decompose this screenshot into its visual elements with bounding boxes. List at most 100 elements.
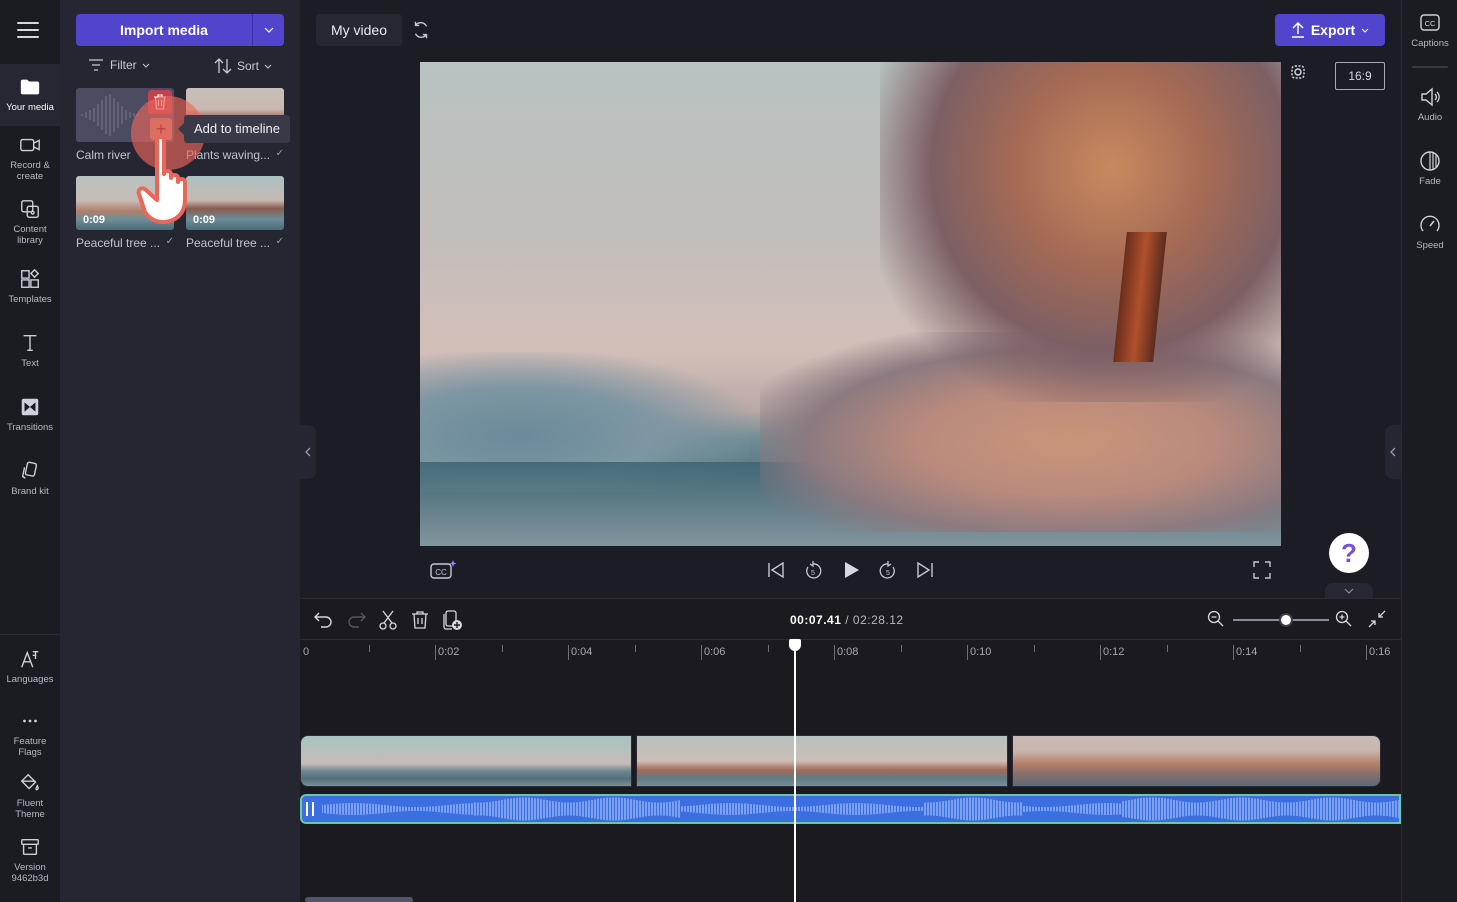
nav-label: Transitions [6,422,54,433]
zoom-out-icon[interactable] [1207,610,1225,628]
nav-label: Brand kit [11,486,49,497]
collapse-properties-panel-button[interactable] [1385,425,1401,479]
export-button[interactable]: Export [1275,14,1385,46]
timeline-horizontal-scrollbar[interactable] [305,897,413,902]
timeline-zoom-slider[interactable] [1233,613,1329,627]
timeline-clip-peaceful-tree[interactable] [636,735,1008,787]
nav-label: Your media [6,102,54,113]
playhead-handle[interactable] [788,639,801,651]
ruler-label: 0:12 [1103,646,1125,658]
filter-label: Filter [110,58,137,72]
zoom-in-icon[interactable] [1335,610,1353,628]
media-panel: Import media Filter Sort Calm river Plan… [60,0,300,902]
ruler-label: 0:16 [1369,646,1391,658]
timeline: 00:07.41 / 02:28.12 0 0:02 0:04 0:06 0:08 0:1… [300,598,1434,902]
delete-icon[interactable] [409,609,431,631]
speedometer-icon [1420,215,1440,232]
captions-button[interactable]: CC Captions [1402,12,1457,49]
collapse-media-panel-button[interactable] [300,425,316,479]
play-icon[interactable] [840,559,862,581]
audio-button[interactable]: Audio [1402,86,1457,123]
timecode-display: 00:07.41 / 02:28.12 [790,613,904,627]
nav-brand-kit[interactable]: Brand kit [0,460,60,497]
nav-label: Content library [13,224,47,246]
svg-text:5: 5 [886,570,890,577]
ruler-minor-tick [1299,645,1301,652]
import-options-button[interactable] [252,14,284,46]
add-to-timeline-button[interactable]: + [150,118,172,140]
nav-label: Languages [6,674,54,685]
redo-icon[interactable] [345,609,367,631]
audio-trim-handle[interactable] [306,802,314,816]
fullscreen-icon[interactable] [1253,561,1271,579]
chevron-down-icon [264,64,272,69]
audio-track-calm-river[interactable] [300,794,1401,824]
ruler-major-tick [1100,645,1101,660]
rewind-5-seconds-icon[interactable]: 5 [802,559,824,581]
hamburger-icon-line [17,29,39,31]
aspect-ratio-button[interactable]: 16:9 [1335,62,1385,90]
sync-icon[interactable] [410,19,432,41]
fade-icon [1420,151,1440,171]
upload-icon [1291,22,1304,38]
settings-icon[interactable] [1288,62,1308,82]
chevron-down-icon [1344,588,1354,594]
toggle-timeline-button[interactable] [1325,583,1373,599]
nav-transitions[interactable]: Transitions [0,396,60,433]
undo-icon[interactable] [313,609,335,631]
split-scissors-icon[interactable] [377,609,399,631]
timeline-ruler[interactable]: 0 0:02 0:04 0:06 0:08 0:10 0:12 0:14 0:16 [300,639,1434,669]
nav-fluent-theme[interactable]: Fluent Theme [0,772,60,820]
nav-label: Templates [8,294,52,305]
ruler-major-tick [568,645,569,660]
chevron-left-icon [1390,447,1396,457]
nav-feature-flags[interactable]: Feature Flags [0,710,60,758]
video-thumbnail: 0:09 [76,176,174,230]
ruler-minor-tick [368,645,370,652]
import-media-button-group: Import media [76,14,284,46]
video-preview[interactable] [420,62,1281,546]
media-item-peaceful-tree-2[interactable]: 0:09 Peaceful tree ... ✓ [186,176,284,250]
nav-content-library[interactable]: Content library [0,198,60,246]
video-track [300,735,1381,787]
timeline-clip-plants-waving[interactable] [1012,735,1381,787]
skip-to-start-icon[interactable] [765,559,787,581]
forward-5-seconds-icon[interactable]: 5 [877,559,899,581]
chevron-left-icon [305,447,311,457]
fit-to-window-icon[interactable] [1368,610,1386,628]
help-button[interactable]: ? [1329,533,1369,573]
app-window: Your media Record & create Content libra… [0,0,1457,902]
nav-your-media[interactable]: Your media [0,64,60,126]
transitions-icon [21,398,39,416]
chevron-down-icon [142,63,150,68]
project-title-input[interactable]: My video [316,14,402,46]
ruler-minor-tick [1166,645,1168,652]
menu-button[interactable] [17,22,39,38]
timeline-clip-calm-river[interactable] [300,735,632,787]
audio-waveform [322,797,1399,821]
zoom-slider-thumb[interactable] [1278,613,1293,627]
nav-templates[interactable]: Templates [0,268,60,305]
fade-button[interactable]: Fade [1402,150,1457,187]
nav-text[interactable]: Text [0,332,60,369]
speed-button[interactable]: Speed [1402,214,1457,251]
media-item-peaceful-tree-1[interactable]: 0:09 Peaceful tree ... ✓ [76,176,174,250]
duplicate-add-icon[interactable] [441,609,463,631]
import-media-button[interactable]: Import media [76,14,252,46]
skip-to-end-icon[interactable] [914,559,936,581]
speaker-icon [1421,87,1440,107]
hamburger-icon-line [17,36,39,38]
playhead[interactable] [788,639,801,902]
sort-button[interactable]: Sort [214,58,272,74]
filter-button[interactable]: Filter [88,58,150,72]
ruler-major-tick [967,645,968,660]
nav-record-create[interactable]: Record & create [0,134,60,182]
ruler-label: 0:14 [1236,646,1258,658]
captions-icon: CC [1420,14,1440,31]
auto-captions-icon[interactable]: CC [430,559,458,581]
paint-bucket-icon [20,773,39,791]
question-mark-icon: ? [1341,537,1357,568]
nav-version[interactable]: Version 9462b3d [0,836,60,884]
ruler-major-tick [435,645,436,660]
nav-languages[interactable]: Languages [0,648,60,685]
